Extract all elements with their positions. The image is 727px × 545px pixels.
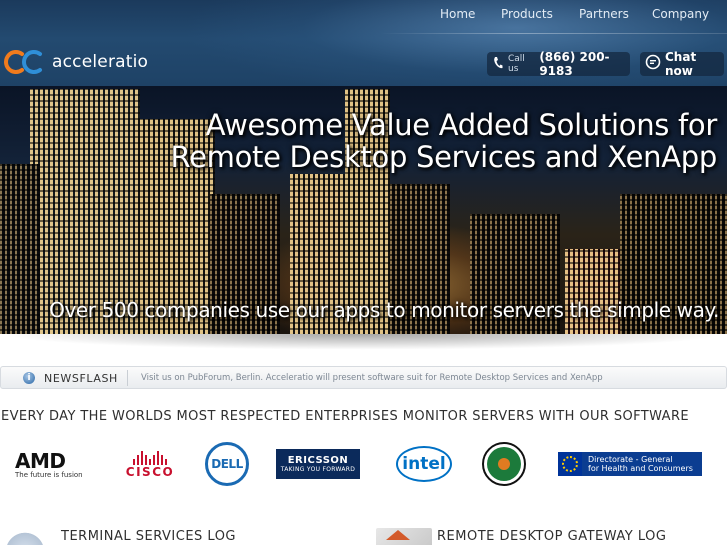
terminal-services-log-icon — [0, 528, 50, 545]
cisco-bars-icon — [133, 449, 167, 465]
nav-partners[interactable]: Partners — [579, 7, 629, 21]
nav-products[interactable]: Products — [501, 7, 553, 21]
chat-bubble-icon — [645, 54, 661, 74]
hero-banner: Awesome Value Added Solutions for Remote… — [0, 86, 727, 334]
remote-desktop-gateway-log-icon — [376, 528, 432, 545]
nav-company[interactable]: Company — [652, 7, 709, 21]
celtics-badge-icon — [482, 442, 526, 486]
building-far-left — [0, 164, 40, 334]
nav-divider — [380, 33, 727, 34]
chat-now-button[interactable]: Chat now — [640, 50, 724, 78]
nav-home[interactable]: Home — [440, 7, 475, 21]
eu-box: Directorate - General for Health and Con… — [558, 452, 702, 476]
info-icon: i — [23, 372, 35, 384]
acceleratio-logo-icon — [2, 48, 46, 76]
newsflash-divider — [127, 370, 128, 386]
hero-headline-line1: Awesome Value Added Solutions for — [205, 108, 718, 142]
newsflash-text[interactable]: Visit us on PubForum, Berlin. Accelerati… — [141, 373, 603, 383]
client-logos: AMD The future is fusion CISCO DELL ERIC… — [0, 436, 727, 492]
amd-logo: AMD The future is fusion — [15, 436, 95, 492]
amd-mark: AMD — [15, 449, 66, 473]
ericsson-logo: ERICSSON TAKING YOU FORWARD — [276, 436, 360, 492]
brand-name: acceleratio — [52, 52, 149, 72]
newsflash-title: NEWSFLASH — [44, 372, 118, 385]
newsflash-bar: i NEWSFLASH Visit us on PubForum, Berlin… — [0, 366, 727, 389]
ericsson-word: ERICSSON — [287, 455, 349, 466]
eu-dg-health-logo: Directorate - General for Health and Con… — [558, 436, 702, 492]
ericsson-tagline: TAKING YOU FORWARD — [280, 466, 356, 473]
clients-heading: EVERY DAY THE WORLDS MOST RESPECTED ENTE… — [1, 409, 689, 424]
dell-logo: DELL — [204, 436, 250, 492]
hero-headline-line2: Remote Desktop Services and XenApp — [170, 140, 718, 174]
phone-number: (866) 200-9183 — [539, 50, 610, 78]
hero-tagline: Over 500 companies use our apps to monit… — [49, 298, 719, 322]
site-logo[interactable]: acceleratio — [2, 48, 148, 76]
intel-logo: intel — [395, 436, 453, 492]
terminal-services-log-title[interactable]: TERMINAL SERVICES LOG — [61, 529, 236, 544]
dell-word: DELL — [211, 457, 243, 471]
intel-oval: intel — [396, 446, 452, 482]
eu-flag-icon — [558, 452, 582, 476]
dell-circle: DELL — [205, 442, 249, 486]
call-us-label: Call us — [508, 54, 525, 74]
call-us-button[interactable]: Call us (866) 200-9183 — [487, 50, 630, 78]
cisco-logo: CISCO — [120, 436, 180, 492]
site-header: Home Products Partners Company accelerat… — [0, 0, 727, 86]
cisco-word: CISCO — [125, 465, 175, 479]
hero-shadow — [0, 334, 727, 350]
remote-desktop-gateway-log-title[interactable]: REMOTE DESKTOP GATEWAY LOG — [437, 529, 666, 544]
ericsson-box: ERICSSON TAKING YOU FORWARD — [276, 449, 360, 479]
amd-tagline: The future is fusion — [15, 471, 83, 479]
eu-line1: Directorate - General — [588, 455, 673, 464]
intel-word: intel — [402, 454, 446, 474]
phone-icon — [493, 55, 503, 74]
chat-now-label: Chat now — [665, 50, 697, 78]
eu-text: Directorate - General for Health and Con… — [588, 455, 693, 473]
celtics-logo — [482, 436, 526, 492]
eu-line2: for Health and Consumers — [588, 464, 693, 473]
